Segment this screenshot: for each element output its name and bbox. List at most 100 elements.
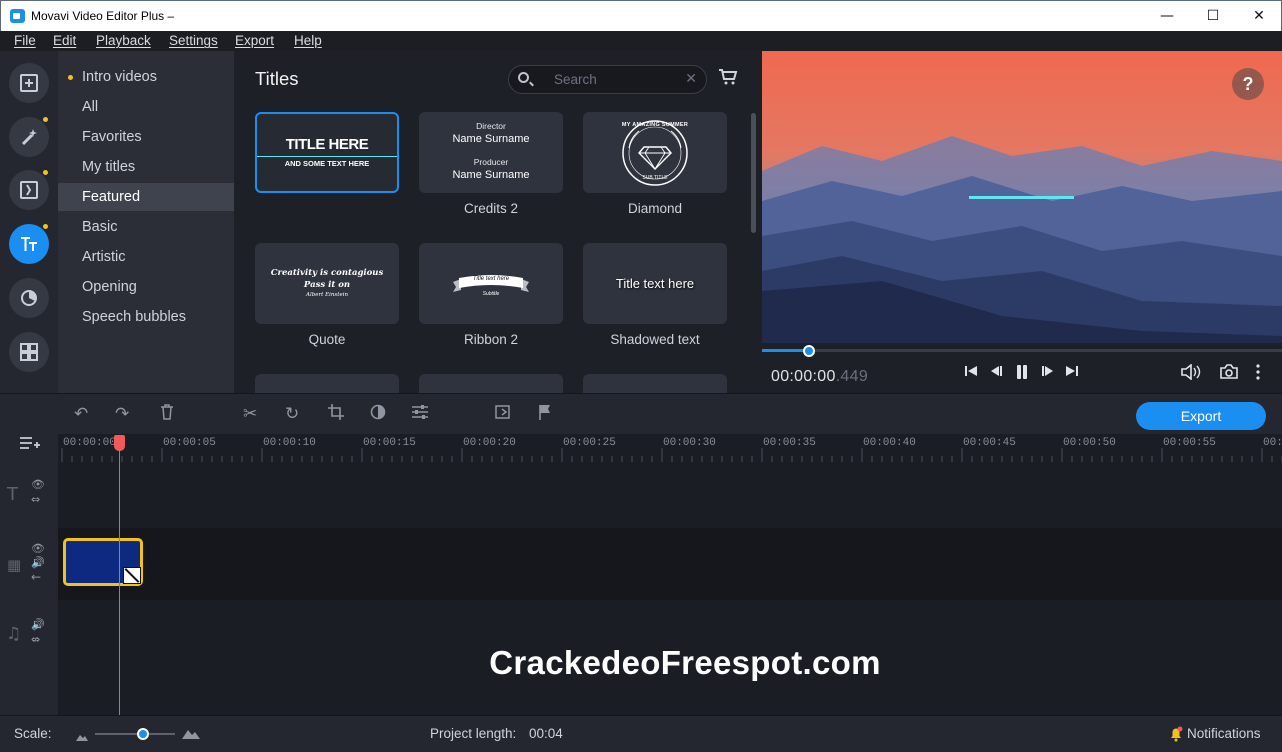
ruler-tick-label: 00:00:15 <box>363 437 416 449</box>
tools-rail <box>0 51 58 393</box>
add-track-icon[interactable] <box>19 435 41 456</box>
category-opening[interactable]: Opening <box>58 273 234 301</box>
minimize-button[interactable]: — <box>1144 1 1190 31</box>
skip-to-start-icon[interactable] <box>964 364 978 382</box>
ruler-tick-label: 00:00:10 <box>263 437 316 449</box>
notification-bell-icon[interactable] <box>1169 726 1183 747</box>
track-link-arrow-icon[interactable]: ← <box>31 570 41 584</box>
category-label: Speech bubbles <box>82 309 186 325</box>
credits-name-1: Name Surname <box>452 133 530 145</box>
title-card-diamond[interactable]: MY AMAZING SUMMER SUB TITLE <box>583 112 727 193</box>
store-cart-icon[interactable] <box>718 68 740 86</box>
marker-flag-icon[interactable] <box>538 404 552 425</box>
timecode-ms: .449 <box>835 368 869 385</box>
redo-icon[interactable]: ↷ <box>115 404 129 424</box>
search-icon <box>518 72 529 83</box>
title-card[interactable] <box>419 374 563 393</box>
scale-slider-knob[interactable] <box>137 728 149 740</box>
titles-icon[interactable] <box>9 224 49 264</box>
scale-slider-track[interactable] <box>95 733 175 735</box>
title-card[interactable] <box>583 374 727 393</box>
menu-edit[interactable]: Edit <box>53 33 76 48</box>
category-all[interactable]: All <box>58 93 234 121</box>
clear-search-icon[interactable]: ✕ <box>685 70 697 87</box>
category-artistic[interactable]: Artistic <box>58 243 234 271</box>
category-intro-videos[interactable]: Intro videos <box>58 63 234 91</box>
timecode-main: 00:00:00 <box>771 368 836 385</box>
maximize-button[interactable]: ☐ <box>1190 1 1236 31</box>
volume-icon[interactable] <box>1181 363 1201 384</box>
progress-track[interactable] <box>762 349 1282 352</box>
title-card-quote[interactable]: Creativity is contagious Pass it on Albe… <box>255 243 399 324</box>
time-ruler[interactable]: 00:00:00 00:00:05 00:00:10 00:00:15 00:00:20… <box>58 434 1282 462</box>
category-featured[interactable]: Featured <box>58 183 234 211</box>
app-logo-icon <box>10 9 25 23</box>
video-track[interactable] <box>58 528 1282 600</box>
category-favorites[interactable]: Favorites <box>58 123 234 151</box>
video-preview[interactable]: ? <box>762 51 1282 343</box>
menu-export[interactable]: Export <box>235 33 274 48</box>
notifications-label[interactable]: Notifications <box>1187 726 1261 741</box>
clip-properties-icon[interactable] <box>412 404 428 424</box>
progress-knob[interactable] <box>802 345 815 357</box>
pause-icon[interactable] <box>1015 364 1029 384</box>
cut-icon[interactable]: ✂ <box>243 404 257 424</box>
title-card-shadowed-text[interactable]: Title text here <box>583 243 727 324</box>
transitions-icon[interactable] <box>9 170 49 210</box>
crop-icon[interactable] <box>328 404 344 425</box>
visibility-eye-icon[interactable]: 👁 <box>31 542 45 555</box>
menu-file[interactable]: File <box>14 33 36 48</box>
close-button[interactable]: ✕ <box>1236 1 1282 31</box>
snapshot-camera-icon[interactable] <box>1220 364 1238 383</box>
skip-to-end-icon[interactable] <box>1065 364 1079 382</box>
credits-name-2: Name Surname <box>452 169 530 181</box>
menu-help[interactable]: Help <box>294 33 322 48</box>
rotate-icon[interactable]: ↻ <box>285 404 299 424</box>
delete-icon[interactable] <box>160 404 174 425</box>
track-volume-icon[interactable]: 🔊 <box>31 618 45 631</box>
import-icon[interactable] <box>9 63 49 103</box>
export-button[interactable]: Export <box>1136 402 1266 430</box>
previous-frame-icon[interactable] <box>989 364 1003 382</box>
next-frame-icon[interactable] <box>1041 364 1055 382</box>
menu-bar: File Edit Playback Settings Export Help <box>0 31 1282 51</box>
category-basic[interactable]: Basic <box>58 213 234 241</box>
video-clip[interactable] <box>63 538 143 586</box>
more-tools-icon[interactable] <box>9 332 49 372</box>
search-input[interactable]: Search ✕ <box>508 65 707 94</box>
filters-icon[interactable] <box>9 278 49 318</box>
playhead-handle[interactable] <box>114 435 125 451</box>
category-speech-bubbles[interactable]: Speech bubbles <box>58 303 234 331</box>
more-options-icon[interactable] <box>1256 364 1260 384</box>
playback-controls: 00:00:00.449 <box>762 343 1282 393</box>
diamond-top-text: MY AMAZING SUMMER <box>621 122 689 128</box>
track-volume-icon[interactable]: 🔊 <box>31 556 45 569</box>
zoom-out-mountain-icon[interactable] <box>76 728 88 746</box>
color-adjust-icon[interactable] <box>370 404 386 425</box>
quote-author: Albert Einstein <box>306 292 348 298</box>
title-track[interactable] <box>58 462 1282 528</box>
zoom-in-mountain-icon[interactable] <box>182 726 200 744</box>
gallery-scrollbar[interactable] <box>751 113 756 233</box>
category-label: Intro videos <box>82 69 157 85</box>
help-button[interactable]: ? <box>1232 68 1264 100</box>
link-icon[interactable]: ⇔ <box>31 493 40 506</box>
visibility-eye-icon[interactable]: 👁 <box>31 478 45 491</box>
category-label: Favorites <box>82 129 142 145</box>
card-label-shadowed-text: Shadowed text <box>610 332 700 347</box>
menu-playback[interactable]: Playback <box>96 33 151 48</box>
window-title-bar: Movavi Video Editor Plus – — ☐ ✕ <box>0 0 1282 31</box>
magic-wand-icon[interactable] <box>9 117 49 157</box>
category-label: Opening <box>82 279 137 295</box>
undo-icon[interactable]: ↶ <box>74 404 88 424</box>
project-length-label: Project length: <box>430 726 517 741</box>
menu-settings[interactable]: Settings <box>169 33 218 48</box>
title-card-basic[interactable]: TITLE HERE AND SOME TEXT HERE <box>255 112 399 193</box>
timeline-panel: ↶ ↷ ✂ ↻ Export 00:00:00 00:00:05 00:00:10 0… <box>0 393 1282 716</box>
category-my-titles[interactable]: My titles <box>58 153 234 181</box>
ruler-tick-label: 00:00:25 <box>563 437 616 449</box>
export-clip-icon[interactable] <box>495 404 513 425</box>
title-card[interactable] <box>255 374 399 393</box>
title-card-ribbon-2[interactable]: Title text here Subtitle <box>419 243 563 324</box>
title-card-credits-2[interactable]: Director Name Surname Producer Name Surn… <box>419 112 563 193</box>
